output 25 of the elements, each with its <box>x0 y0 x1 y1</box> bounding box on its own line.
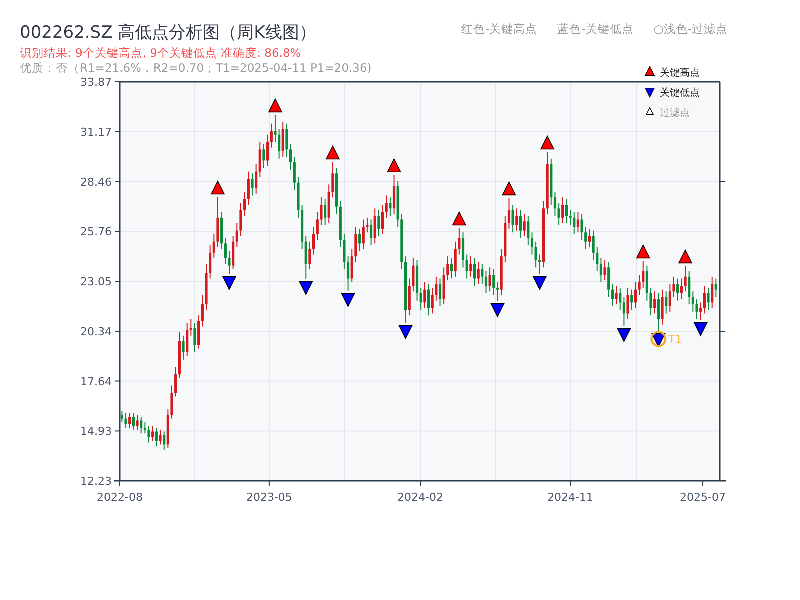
legend-note: 蓝色-关键低点 <box>558 22 634 37</box>
y-tick-label: 31.17 <box>80 126 112 139</box>
legend-note: 红色-关键高点 <box>462 22 538 37</box>
legend-label: 关键高点 <box>660 68 700 79</box>
result-summary: 识别结果: 9个关键高点, 9个关键低点 准确度: 86.8% <box>20 46 302 61</box>
x-tick-label: 2024-11 <box>548 491 594 504</box>
y-tick-label: 14.93 <box>80 425 112 438</box>
x-tick-label: 2024-02 <box>398 491 444 504</box>
y-tick-label: 20.34 <box>80 325 112 338</box>
y-tick-label: 28.46 <box>80 176 112 189</box>
y-tick-label: 33.87 <box>80 76 112 89</box>
y-tick-label: 17.64 <box>80 375 112 388</box>
y-tick-label: 12.23 <box>80 475 112 488</box>
legend-marker-icon <box>646 107 654 116</box>
y-tick-label: 25.76 <box>80 226 112 239</box>
x-tick-label: 2022-08 <box>97 491 143 504</box>
chart-title: 002262.SZ 高低点分析图（周K线图） <box>20 22 316 45</box>
x-tick-label: 2023-05 <box>246 491 292 504</box>
y-tick-label: 23.05 <box>80 276 112 288</box>
quality-summary: 优质：否（R1=21.6%，R2=0.70；T1=2025-04-11 P1=20.36) <box>20 61 372 76</box>
legend-label: 过滤点 <box>660 108 690 119</box>
legend-label: 关键低点 <box>660 88 700 99</box>
annotation-label: T1 <box>668 333 682 346</box>
legend-note: ○浅色-过滤点 <box>654 22 728 37</box>
x-tick-label: 2025-07 <box>680 491 726 504</box>
